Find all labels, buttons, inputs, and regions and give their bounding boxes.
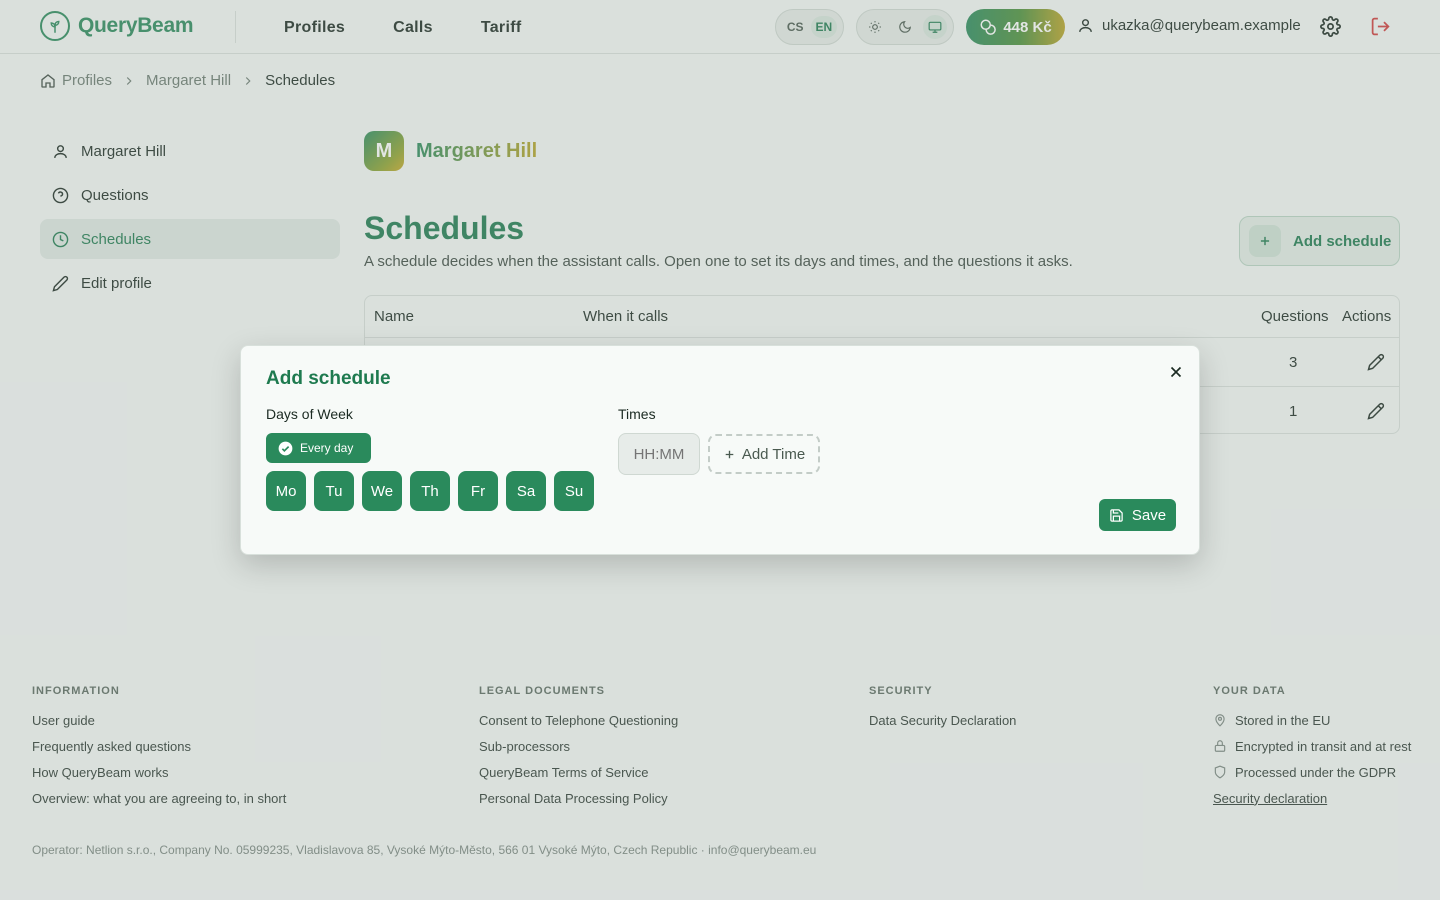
close-icon[interactable] [1167,363,1185,381]
days-label: Days of Week [266,406,353,422]
every-day-label: Every day [300,441,354,455]
check-circle-icon [278,441,293,455]
save-label: Save [1131,506,1167,524]
day-sa[interactable]: Sa [506,471,546,511]
add-time-label: Add Time [741,445,806,463]
day-su[interactable]: Su [554,471,594,511]
day-th[interactable]: Th [410,471,450,511]
day-we[interactable]: We [362,471,402,511]
every-day-toggle[interactable]: Every day [266,433,371,463]
save-icon [1110,508,1123,522]
day-selector: Mo Tu We Th Fr Sa Su [266,471,594,511]
day-tu[interactable]: Tu [314,471,354,511]
add-time-button[interactable]: Add Time [708,434,820,474]
add-schedule-dialog: Add schedule Days of Week Times Every da… [240,345,1200,555]
time-input[interactable] [618,433,700,475]
day-fr[interactable]: Fr [458,471,498,511]
times-label: Times [618,406,656,422]
day-mo[interactable]: Mo [266,471,306,511]
save-button[interactable]: Save [1099,499,1176,531]
plus-icon [725,450,734,458]
dialog-title: Add schedule [266,368,391,389]
